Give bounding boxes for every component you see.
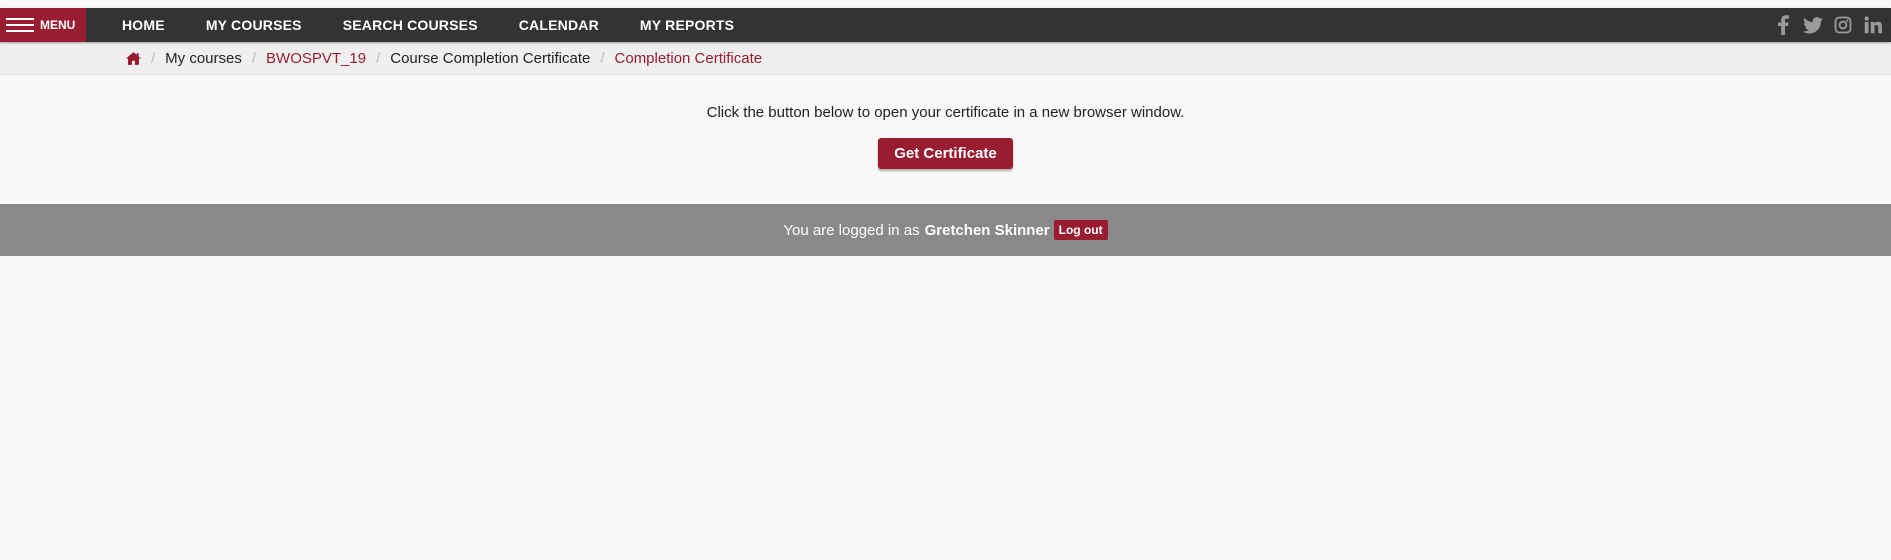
facebook-icon[interactable]: [1773, 15, 1793, 35]
breadcrumb-separator: /: [151, 49, 156, 67]
breadcrumb-separator: /: [376, 49, 381, 67]
breadcrumb-course[interactable]: BWOSPVT_19: [266, 50, 366, 67]
logout-button[interactable]: Log out: [1053, 220, 1108, 240]
breadcrumb-my-courses[interactable]: My courses: [165, 50, 242, 67]
social-links: [1763, 8, 1883, 42]
logged-in-text: You are logged in as: [783, 221, 920, 239]
breadcrumb-separator: /: [600, 49, 605, 67]
breadcrumb-current: Completion Certificate: [614, 49, 763, 67]
twitter-icon[interactable]: [1803, 15, 1823, 35]
nav-calendar[interactable]: CALENDAR: [519, 17, 599, 33]
home-icon[interactable]: [126, 51, 141, 65]
menu-label: MENU: [40, 18, 76, 32]
main-content: Click the button below to open your cert…: [0, 75, 1891, 204]
user-name-link[interactable]: Gretchen Skinner: [925, 222, 1050, 239]
breadcrumb: / My courses / BWOSPVT_19 / Course Compl…: [0, 42, 1891, 75]
top-spacer: [0, 0, 1891, 8]
breadcrumb-section[interactable]: Course Completion Certificate: [390, 50, 590, 67]
certificate-instruction: Click the button below to open your cert…: [706, 104, 1185, 121]
linkedin-icon[interactable]: [1863, 15, 1883, 35]
nav-search-courses[interactable]: SEARCH COURSES: [343, 17, 478, 33]
menu-button[interactable]: MENU: [0, 8, 86, 42]
main-navbar: MENU HOME MY COURSES SEARCH COURSES CALE…: [0, 8, 1891, 42]
breadcrumb-separator: /: [251, 49, 257, 67]
nav-links: HOME MY COURSES SEARCH COURSES CALENDAR …: [122, 17, 775, 33]
nav-my-courses[interactable]: MY COURSES: [206, 17, 302, 33]
get-certificate-button[interactable]: Get Certificate: [878, 138, 1013, 169]
instagram-icon[interactable]: [1833, 15, 1853, 35]
page-background: [0, 256, 1891, 560]
nav-my-reports[interactable]: MY REPORTS: [640, 17, 734, 33]
nav-home[interactable]: HOME: [122, 17, 165, 33]
footer: You are logged in as Gretchen Skinner Lo…: [0, 204, 1891, 256]
hamburger-icon: [6, 18, 34, 32]
